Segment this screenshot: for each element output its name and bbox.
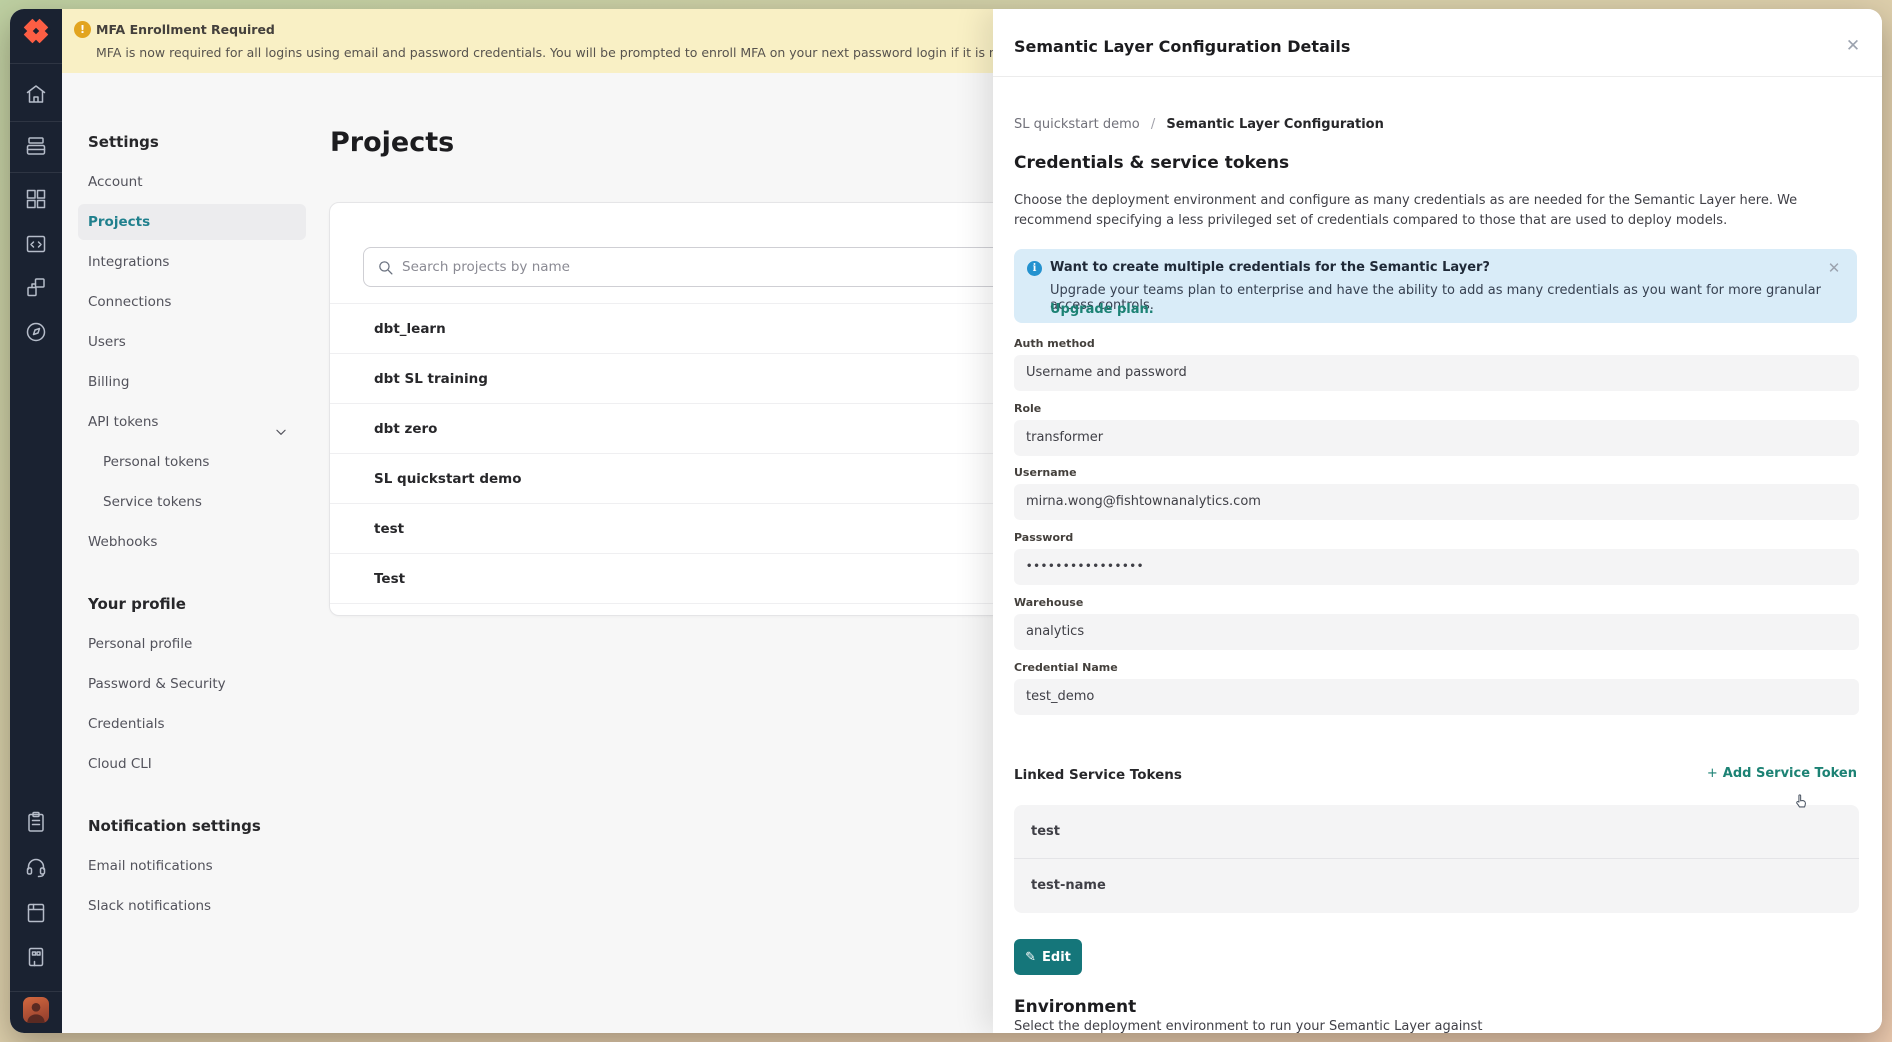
info-banner-title: Want to create multiple credentials for …	[1050, 260, 1490, 275]
search-icon	[377, 259, 394, 276]
breadcrumb-current: Semantic Layer Configuration	[1166, 117, 1384, 132]
environment-description: Select the deployment environment to run…	[1014, 1019, 1814, 1033]
close-icon[interactable]: ✕	[1842, 35, 1864, 57]
rail-divider	[10, 121, 62, 122]
password-value: ••••••••••••••••	[1014, 549, 1859, 585]
auth-method-value: Username and password	[1014, 355, 1859, 391]
nav-item-integrations[interactable]: Integrations	[88, 242, 316, 282]
nav-item-account[interactable]: Account	[88, 162, 316, 202]
token-row[interactable]: test	[1014, 805, 1859, 859]
field-auth-method: Auth method Username and password	[1014, 337, 1859, 391]
icon-rail	[10, 9, 62, 1033]
plus-icon: +	[1707, 766, 1718, 781]
dashboard-grid-icon[interactable]	[24, 187, 48, 211]
role-value: transformer	[1014, 420, 1859, 456]
warning-icon: !	[74, 21, 91, 38]
field-label: Role	[1014, 402, 1859, 416]
nav-item-credentials[interactable]: Credentials	[88, 704, 316, 744]
upgrade-plan-link[interactable]: Upgrade plan.	[1050, 302, 1154, 317]
nav-item-personal-profile[interactable]: Personal profile	[88, 624, 316, 664]
nav-item-service-tokens[interactable]: Service tokens	[88, 482, 316, 522]
mfa-banner-title: MFA Enrollment Required	[96, 22, 275, 37]
credential-name-value: test_demo	[1014, 679, 1859, 715]
develop-ide-icon[interactable]	[24, 232, 48, 256]
panel-divider	[993, 76, 1882, 77]
docs-book-icon[interactable]	[24, 901, 48, 925]
mfa-banner: ! MFA Enrollment Required MFA is now req…	[62, 9, 1014, 73]
mfa-banner-message: MFA is now required for all logins using…	[96, 45, 1060, 60]
nav-item-personal-tokens[interactable]: Personal tokens	[88, 442, 316, 482]
pencil-icon: ✎	[1025, 950, 1036, 965]
rail-divider	[10, 63, 62, 64]
breadcrumb-separator: /	[1151, 117, 1155, 132]
add-service-token-button[interactable]: + Add Service Token	[1707, 766, 1857, 781]
breadcrumb-parent[interactable]: SL quickstart demo	[1014, 117, 1140, 132]
deploy-branch-icon[interactable]	[24, 275, 48, 299]
changelog-clipboard-icon[interactable]	[24, 810, 48, 834]
nav-item-connections[interactable]: Connections	[88, 282, 316, 322]
explore-compass-icon[interactable]	[24, 320, 48, 344]
field-username: Username mirna.wong@fishtownanalytics.co…	[1014, 466, 1859, 520]
support-headset-icon[interactable]	[24, 855, 48, 879]
nav-item-password-security[interactable]: Password & Security	[88, 664, 316, 704]
field-password: Password ••••••••••••••••	[1014, 531, 1859, 585]
home-icon[interactable]	[24, 82, 48, 106]
linked-tokens-heading: Linked Service Tokens	[1014, 767, 1182, 783]
token-row[interactable]: test-name	[1014, 859, 1859, 913]
field-credential-name: Credential Name test_demo	[1014, 661, 1859, 715]
field-label: Username	[1014, 466, 1859, 480]
info-banner: i Want to create multiple credentials fo…	[1014, 249, 1857, 323]
field-label: Password	[1014, 531, 1859, 545]
nav-item-email-notifications[interactable]: Email notifications	[88, 846, 316, 886]
nav-item-projects[interactable]: Projects	[78, 204, 306, 240]
username-value: mirna.wong@fishtownanalytics.com	[1014, 484, 1859, 520]
field-label: Credential Name	[1014, 661, 1859, 675]
app-window: ! MFA Enrollment Required MFA is now req…	[10, 9, 1882, 1033]
nav-item-users[interactable]: Users	[88, 322, 316, 362]
page-title: Projects	[330, 127, 454, 158]
field-label: Auth method	[1014, 337, 1859, 351]
nav-section-your-profile: Your profile	[88, 584, 316, 624]
rail-divider	[10, 991, 62, 992]
nav-item-api-tokens[interactable]: API tokens	[88, 402, 316, 442]
info-banner-body: Upgrade your teams plan to enterprise an…	[1050, 283, 1857, 313]
nav-item-billing[interactable]: Billing	[88, 362, 316, 402]
rail-divider	[10, 172, 62, 173]
warehouse-value: analytics	[1014, 614, 1859, 650]
nav-item-slack-notifications[interactable]: Slack notifications	[88, 886, 316, 926]
nav-item-label: API tokens	[88, 414, 158, 430]
nav-item-cloud-cli[interactable]: Cloud CLI	[88, 744, 316, 784]
field-label: Warehouse	[1014, 596, 1859, 610]
pointer-cursor-icon	[1793, 793, 1811, 811]
credentials-description: Choose the deployment environment and co…	[1014, 191, 1852, 230]
projects-stack-icon[interactable]	[24, 134, 48, 158]
nav-section-settings: Settings	[88, 122, 316, 162]
info-icon: i	[1027, 261, 1042, 276]
user-avatar[interactable]	[23, 997, 49, 1023]
nav-item-webhooks[interactable]: Webhooks	[88, 522, 316, 562]
edit-button[interactable]: ✎ Edit	[1014, 939, 1082, 975]
environment-heading: Environment	[1014, 997, 1136, 1017]
breadcrumb: SL quickstart demo / Semantic Layer Conf…	[1014, 117, 1384, 132]
terminal-reader-icon[interactable]	[24, 945, 48, 969]
nav-section-notification-settings: Notification settings	[88, 806, 316, 846]
add-service-token-label: Add Service Token	[1723, 766, 1857, 781]
field-role: Role transformer	[1014, 402, 1859, 456]
credentials-heading: Credentials & service tokens	[1014, 153, 1289, 173]
linked-tokens-list: test test-name	[1014, 805, 1859, 913]
field-warehouse: Warehouse analytics	[1014, 596, 1859, 650]
settings-nav: Settings Account Projects Integrations C…	[88, 122, 316, 926]
panel-title: Semantic Layer Configuration Details	[1014, 37, 1350, 56]
info-close-icon[interactable]: ✕	[1823, 257, 1845, 279]
semantic-layer-panel: Semantic Layer Configuration Details ✕ S…	[993, 9, 1882, 1033]
dbt-logo-icon[interactable]	[21, 16, 51, 46]
edit-button-label: Edit	[1042, 950, 1071, 965]
chevron-down-icon	[274, 415, 288, 429]
